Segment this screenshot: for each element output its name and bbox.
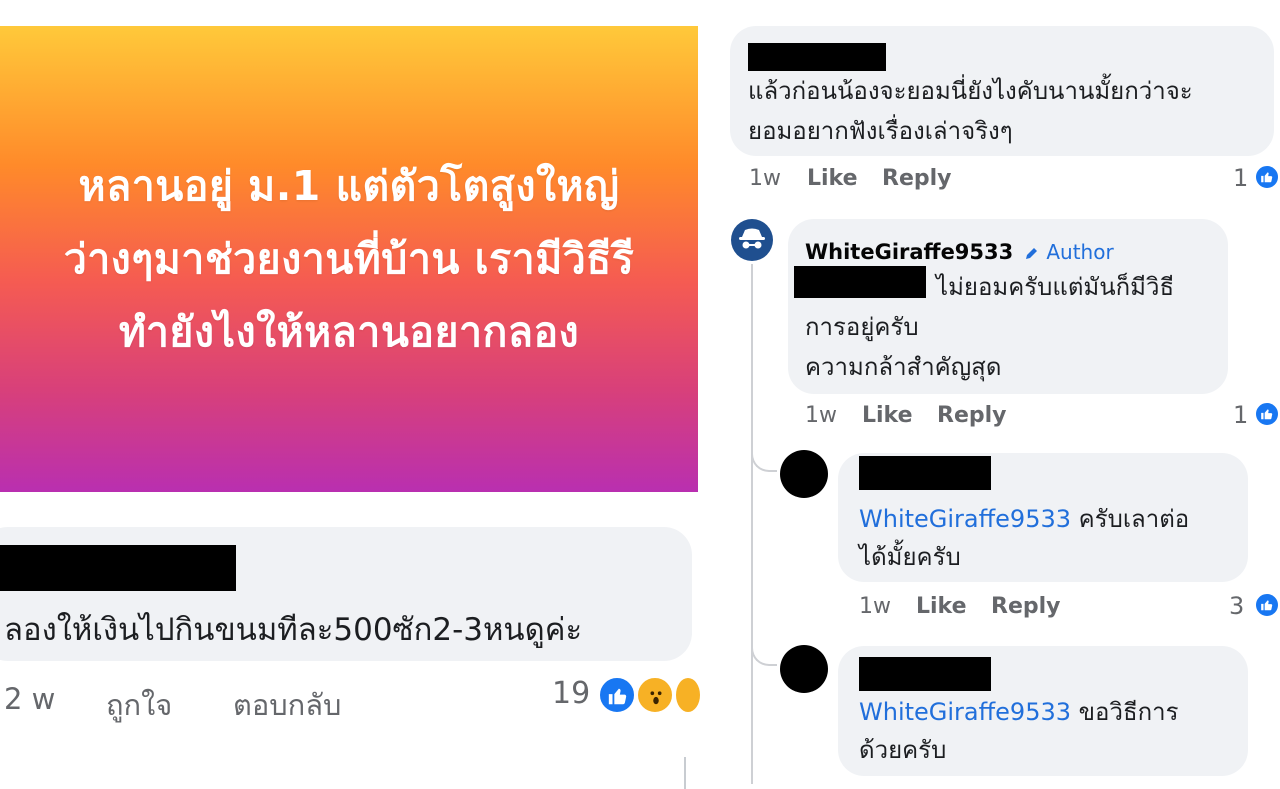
like-button[interactable]: ถูกใจ [106, 682, 172, 728]
reply-button[interactable]: Reply [882, 166, 952, 191]
reply-text-line: ไม่ยอมครับแต่มันก็มีวิธี [936, 273, 1175, 301]
thread-line [751, 264, 753, 784]
post-banner: หลานอยู่ ม.1 แต่ตัวโตสูงใหญ่ ว่างๆมาช่วย… [0, 26, 698, 492]
reply-time: 1w [859, 594, 891, 619]
care-icon [674, 676, 702, 714]
right-screenshot-panel: แล้วก่อนน้องจะยอมนี่ยังไงคับนานมั้ยกว่าจ… [700, 0, 1280, 789]
reply-text-line: ความกล้าสำคัญสุด [805, 353, 1002, 381]
reply-text: ครับเลาต่อ [1071, 505, 1190, 533]
comment-time: 2 w [4, 682, 56, 716]
avatar[interactable] [780, 450, 828, 498]
reply-text-line: WhiteGiraffe9533 ขอวิธีการ [859, 693, 1179, 731]
wow-icon [636, 676, 674, 714]
reply-text-line: ได้มั้ยครับ [859, 543, 961, 571]
like-count[interactable]: 1 [1233, 164, 1248, 192]
mention-link[interactable]: WhiteGiraffe9533 [859, 505, 1071, 533]
thread-line [684, 757, 686, 789]
comment-text: ลองให้เงินไปกินขนมทีละ500ซัก2-3หนดูค่ะ [4, 612, 583, 648]
mention-link[interactable]: WhiteGiraffe9533 [859, 698, 1071, 726]
reply-text-line: ด้วยครับ [859, 736, 947, 764]
like-icon [1254, 592, 1280, 618]
reply-button[interactable]: Reply [937, 403, 1007, 428]
thread-connector [751, 430, 777, 472]
reply-text-line: WhiteGiraffe9533 ครับเลาต่อ [859, 500, 1189, 538]
author-badge: Author [1024, 233, 1114, 271]
reply-button[interactable]: ตอบกลับ [233, 682, 341, 728]
comment-time: 1w [749, 166, 781, 191]
avatar[interactable] [780, 645, 828, 693]
redacted-mention [794, 266, 926, 298]
like-count[interactable]: 3 [1229, 592, 1244, 620]
thread-connector [751, 624, 777, 666]
reply-button[interactable]: Reply [991, 594, 1061, 619]
redacted-commenter-name [748, 43, 886, 71]
redacted-commenter-name [859, 657, 991, 691]
left-screenshot-panel: หลานอยู่ ม.1 แต่ตัวโตสูงใหญ่ ว่างๆมาช่วย… [0, 0, 702, 789]
reaction-count[interactable]: 19 [552, 676, 590, 711]
redacted-commenter-name [0, 545, 236, 591]
reply-time: 1w [805, 403, 837, 428]
like-button[interactable]: Like [862, 403, 913, 428]
like-button[interactable]: Like [807, 166, 858, 191]
anonymous-avatar-icon[interactable] [731, 219, 773, 261]
author-badge-label: Author [1046, 240, 1114, 264]
redacted-commenter-name [859, 456, 991, 490]
like-button[interactable]: Like [916, 594, 967, 619]
like-icon [1254, 401, 1280, 427]
like-icon [598, 676, 636, 714]
comment-text-line: แล้วก่อนน้องจะยอมนี่ยังไงคับนานมั้ยกว่าจ… [748, 77, 1193, 105]
pencil-icon [1026, 248, 1037, 259]
reply-text: ขอวิธีการ [1071, 698, 1179, 726]
like-count[interactable]: 1 [1233, 401, 1248, 429]
banner-text: หลานอยู่ ม.1 แต่ตัวโตสูงใหญ่ ว่างๆมาช่วย… [63, 161, 635, 356]
comment-text-line: ยอมอยากฟังเรื่องเล่าจริงๆ [748, 117, 1013, 145]
reply-text-line: การอยู่ครับ [805, 313, 919, 341]
like-icon [1254, 164, 1280, 190]
